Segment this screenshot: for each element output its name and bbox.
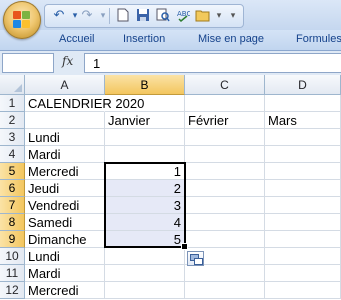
column-header-a[interactable]: A <box>25 75 105 95</box>
cell-b1[interactable] <box>105 95 185 112</box>
row-header-10[interactable]: 10 <box>0 248 25 265</box>
row-header-9[interactable]: 9 <box>0 231 25 248</box>
cell-a2[interactable] <box>25 112 105 129</box>
column-header-b[interactable]: B <box>105 75 185 95</box>
cell-d1[interactable] <box>265 95 341 112</box>
cell-b4[interactable] <box>105 146 185 163</box>
cell-b12[interactable] <box>105 282 185 299</box>
row-header-3[interactable]: 3 <box>0 129 25 146</box>
auto-fill-options-icon-overlay <box>194 258 203 265</box>
tab-formules[interactable]: Formules <box>296 33 341 45</box>
cell-b5[interactable]: 1 <box>105 163 185 180</box>
cell-a12[interactable]: Mercredi <box>25 282 105 299</box>
cell-c9[interactable] <box>185 231 265 248</box>
cell-a11[interactable]: Mardi <box>25 265 105 282</box>
spreadsheet-grid: A B C D 1 2 3 4 5 6 7 8 9 10 11 12 CALEN… <box>0 75 341 300</box>
formula-input[interactable]: 1 <box>84 53 341 73</box>
spelling-icon[interactable]: ABC <box>175 8 191 24</box>
auto-fill-options-button[interactable] <box>187 251 204 266</box>
cell-d11[interactable] <box>265 265 341 282</box>
tab-mise-en-page[interactable]: Mise en page <box>198 33 264 45</box>
customize-toolbar-icon[interactable]: ▾ <box>225 8 241 24</box>
open-icon[interactable] <box>195 8 211 24</box>
save-icon[interactable] <box>135 8 151 24</box>
cell-a8[interactable]: Samedi <box>25 214 105 231</box>
cell-d7[interactable] <box>265 197 341 214</box>
row-header-8[interactable]: 8 <box>0 214 25 231</box>
cell-a3[interactable]: Lundi <box>25 129 105 146</box>
cell-d2[interactable]: Mars <box>265 112 341 129</box>
quick-access-toolbar: ↶ ▾ ↷ ▾ ABC ▾ ▾ <box>44 4 244 28</box>
office-button[interactable] <box>3 1 41 39</box>
cell-d8[interactable] <box>265 214 341 231</box>
toolbar-separator <box>109 8 110 24</box>
row-header-4[interactable]: 4 <box>0 146 25 163</box>
cell-b6[interactable]: 2 <box>105 180 185 197</box>
row-header-2[interactable]: 2 <box>0 112 25 129</box>
cell-a10[interactable]: Lundi <box>25 248 105 265</box>
cell-b3[interactable] <box>105 129 185 146</box>
row-header-1[interactable]: 1 <box>0 95 25 112</box>
row-header-5[interactable]: 5 <box>0 163 25 180</box>
select-all-triangle-icon <box>14 84 22 92</box>
cell-c3[interactable] <box>185 129 265 146</box>
cell-c11[interactable] <box>185 265 265 282</box>
row-header-11[interactable]: 11 <box>0 265 25 282</box>
formula-bar: fx 1 <box>0 51 341 75</box>
cell-c12[interactable] <box>185 282 265 299</box>
column-header-d[interactable]: D <box>265 75 341 95</box>
cell-d12[interactable] <box>265 282 341 299</box>
cell-a4[interactable]: Mardi <box>25 146 105 163</box>
cell-c7[interactable] <box>185 197 265 214</box>
cell-a5[interactable]: Mercredi <box>25 163 105 180</box>
cell-b2[interactable]: Janvier <box>105 112 185 129</box>
office-logo-icon <box>13 11 31 29</box>
formula-value: 1 <box>93 56 101 71</box>
cell-c4[interactable] <box>185 146 265 163</box>
cell-b11[interactable] <box>105 265 185 282</box>
fill-handle[interactable] <box>181 243 188 250</box>
tab-accueil[interactable]: Accueil <box>59 33 94 45</box>
ribbon-tabs: Accueil Insertion Mise en page Formules <box>0 30 341 51</box>
cell-d4[interactable] <box>265 146 341 163</box>
cell-d6[interactable] <box>265 180 341 197</box>
cell-a1[interactable]: CALENDRIER 2020 <box>25 95 144 112</box>
print-preview-icon[interactable] <box>155 8 171 24</box>
cell-b8[interactable]: 4 <box>105 214 185 231</box>
row-header-7[interactable]: 7 <box>0 197 25 214</box>
cell-d9[interactable] <box>265 231 341 248</box>
insert-function-button[interactable]: fx <box>62 54 73 68</box>
undo-icon[interactable]: ↶ <box>51 8 67 24</box>
cell-c6[interactable] <box>185 180 265 197</box>
cell-c2[interactable]: Février <box>185 112 265 129</box>
cell-d5[interactable] <box>265 163 341 180</box>
cell-c8[interactable] <box>185 214 265 231</box>
new-document-icon[interactable] <box>115 8 131 24</box>
cell-b10[interactable] <box>105 248 185 265</box>
cell-a9[interactable]: Dimanche <box>25 231 105 248</box>
redo-icon[interactable]: ↷ <box>79 8 95 24</box>
cell-d3[interactable] <box>265 129 341 146</box>
name-box[interactable] <box>2 53 54 73</box>
cell-c1[interactable] <box>185 95 265 112</box>
cell-b9[interactable]: 5 <box>105 231 185 248</box>
row-header-6[interactable]: 6 <box>0 180 25 197</box>
cell-a6[interactable]: Jeudi <box>25 180 105 197</box>
tab-insertion[interactable]: Insertion <box>123 33 165 45</box>
cell-c5[interactable] <box>185 163 265 180</box>
column-header-c[interactable]: C <box>185 75 265 95</box>
cell-b7[interactable]: 3 <box>105 197 185 214</box>
cell-d10[interactable] <box>265 248 341 265</box>
svg-text:ABC: ABC <box>177 10 190 18</box>
select-all-button[interactable] <box>0 75 25 95</box>
cell-a7[interactable]: Vendredi <box>25 197 105 214</box>
row-header-12[interactable]: 12 <box>0 282 25 299</box>
